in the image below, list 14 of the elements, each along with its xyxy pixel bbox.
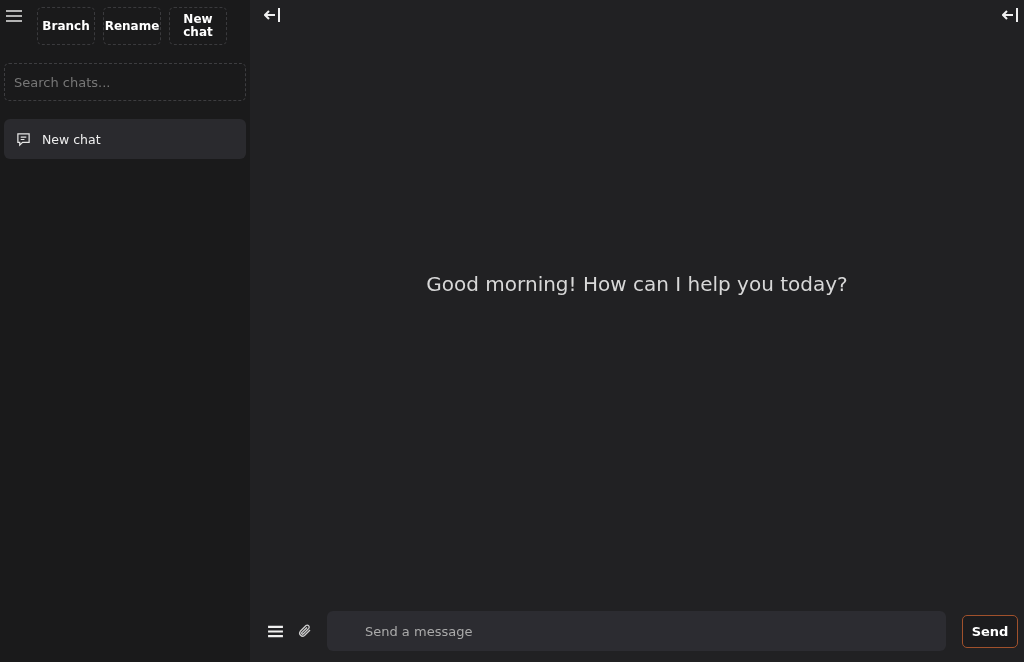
sidebar-button[interactable]: Rename <box>103 7 161 45</box>
chat-item[interactable]: New chat <box>4 119 246 159</box>
paperclip-icon[interactable] <box>297 623 313 639</box>
collapse-panel-icon[interactable] <box>1002 7 1020 23</box>
sidebar-button[interactable]: Branch <box>37 7 95 45</box>
sidebar-button[interactable]: New chat <box>169 7 227 45</box>
collapse-sidebar-icon[interactable] <box>264 7 282 23</box>
send-button[interactable]: Send <box>962 614 1018 648</box>
menu-icon[interactable] <box>6 10 22 22</box>
chat-bubble-icon <box>16 131 31 147</box>
greeting-text: Good morning! How can I help you today? <box>426 272 848 296</box>
menu-icon[interactable] <box>268 624 283 638</box>
message-field[interactable]: Send a message <box>327 611 946 651</box>
search-field[interactable]: Search chats... <box>4 63 246 101</box>
